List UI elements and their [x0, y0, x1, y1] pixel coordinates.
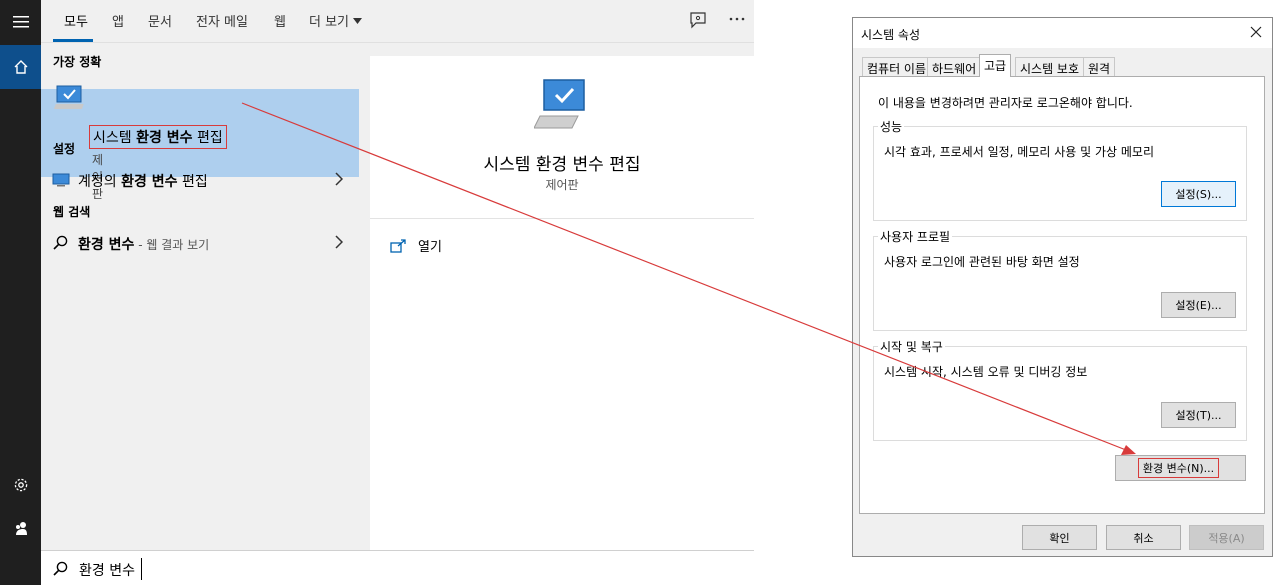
settings-result-bold: 환경 변수 — [121, 174, 178, 190]
best-match-heading: 가장 정확 — [53, 55, 102, 69]
settings-result-label: 계정의 환경 변수 편집 — [78, 171, 208, 191]
results-list: 가장 정확 시스템 환경 변수 편집 제어판 설정 계정의 환경 변수 편집 웹… — [41, 44, 359, 550]
web-result-muted: - 웹 결과 보기 — [134, 238, 210, 252]
tab-all[interactable]: 모두 — [64, 11, 88, 30]
apply-button[interactable]: 적용(A) — [1189, 525, 1264, 550]
settings-result-prefix: 계정의 — [78, 174, 122, 190]
web-search-heading: 웹 검색 — [53, 205, 91, 219]
best-match-title-tail: 편집 — [192, 130, 223, 146]
tab-system-protection[interactable]: 시스템 보호 — [1015, 57, 1085, 77]
tab-documents[interactable]: 문서 — [148, 11, 172, 30]
search-query: 환경 변수 — [79, 563, 135, 579]
web-result-item[interactable]: 환경 변수 - 웹 결과 보기 — [41, 227, 359, 259]
menu-button[interactable] — [0, 0, 41, 44]
user-profile-settings-button[interactable]: 설정(E)... — [1161, 292, 1236, 318]
search-box[interactable]: 환경 변수 — [41, 550, 754, 585]
close-icon[interactable] — [1248, 24, 1264, 40]
tab-advanced[interactable]: 고급 — [979, 54, 1012, 77]
tab-email[interactable]: 전자 메일 — [196, 11, 248, 30]
preview-subtitle: 제어판 — [545, 178, 579, 192]
start-rail — [0, 0, 41, 585]
tab-more[interactable]: 더 보기 — [309, 11, 363, 30]
caret-down-icon — [353, 17, 363, 24]
settings-result-suffix: 편집 — [177, 174, 208, 190]
ok-button[interactable]: 확인 — [1022, 525, 1097, 550]
performance-settings-button[interactable]: 설정(S)... — [1161, 181, 1236, 207]
chevron-right-icon — [335, 235, 343, 249]
search-tabs: 모두 앱 문서 전자 메일 웹 더 보기 — [41, 0, 754, 43]
advanced-panel: 이 내용을 변경하려면 관리자로 로그온해야 합니다. 성능 시각 효과, 프로… — [859, 76, 1265, 514]
search-panel: 모두 앱 문서 전자 메일 웹 더 보기 가장 정확 시스템 환경 변수 편집 — [41, 0, 754, 585]
startup-recovery-group: 시작 및 복구 시스템 시작, 시스템 오류 및 디버깅 정보 설정(T)... — [873, 338, 1247, 441]
web-result-bold: 환경 변수 — [78, 237, 135, 253]
best-match-title-plain: 시스템 — [93, 130, 137, 146]
tab-web[interactable]: 웹 — [274, 11, 286, 30]
user-profile-label: 사용자 프로필 — [878, 228, 953, 245]
more-options-icon[interactable] — [729, 17, 745, 21]
startup-recovery-label: 시작 및 복구 — [878, 338, 945, 355]
performance-group: 성능 시각 효과, 프로세서 일정, 메모리 사용 및 가상 메모리 설정(S)… — [873, 118, 1247, 221]
web-result-label: 환경 변수 - 웹 결과 보기 — [78, 234, 209, 254]
monitor-icon — [54, 85, 84, 109]
user-profile-group: 사용자 프로필 사용자 로그인에 관련된 바탕 화면 설정 설정(E)... — [873, 228, 1247, 331]
user-profile-desc: 사용자 로그인에 관련된 바탕 화면 설정 — [884, 255, 1080, 269]
open-action[interactable]: 열기 — [390, 236, 442, 255]
open-icon — [390, 238, 406, 253]
startup-recovery-settings-button[interactable]: 설정(T)... — [1161, 402, 1236, 428]
open-label: 열기 — [418, 240, 442, 255]
user-button[interactable] — [0, 506, 41, 550]
user-icon — [15, 522, 27, 535]
environment-variables-label: 환경 변수(N)... — [1138, 458, 1219, 478]
tab-apps[interactable]: 앱 — [112, 11, 124, 30]
settings-result-item[interactable]: 계정의 환경 변수 편집 — [41, 164, 359, 196]
hamburger-icon — [12, 16, 29, 28]
tab-more-label: 더 보기 — [309, 15, 350, 30]
feedback-icon[interactable] — [689, 11, 707, 29]
preview-divider — [370, 218, 754, 219]
tab-computer-name[interactable]: 컴퓨터 이름 — [862, 57, 932, 77]
tab-hardware[interactable]: 하드웨어 — [927, 57, 982, 77]
best-match-title-bold: 환경 변수 — [136, 130, 193, 146]
active-tab-indicator — [53, 39, 93, 42]
settings-button[interactable] — [0, 463, 41, 507]
performance-label: 성능 — [878, 118, 905, 135]
tab-remote[interactable]: 원격 — [1083, 57, 1116, 77]
home-icon — [14, 60, 27, 74]
text-caret — [141, 558, 142, 580]
gear-icon — [14, 478, 27, 492]
large-monitor-icon — [534, 79, 585, 129]
home-button[interactable] — [0, 45, 41, 89]
settings-heading: 설정 — [53, 142, 76, 156]
screenshot-stage: 모두 앱 문서 전자 메일 웹 더 보기 가장 정확 시스템 환경 변수 편집 — [0, 0, 1280, 585]
cancel-button[interactable]: 취소 — [1106, 525, 1181, 550]
best-match-title: 시스템 환경 변수 편집 — [89, 125, 227, 149]
environment-variables-button[interactable]: 환경 변수(N)... — [1115, 455, 1246, 481]
chevron-right-icon — [335, 172, 343, 186]
dialog-titlebar: 시스템 속성 — [853, 18, 1272, 48]
search-icon — [53, 561, 68, 576]
admin-notice: 이 내용을 변경하려면 관리자로 로그온해야 합니다. — [878, 96, 1133, 110]
dialog-title: 시스템 속성 — [861, 28, 921, 42]
small-monitor-icon — [52, 173, 70, 187]
preview-title: 시스템 환경 변수 편집 — [483, 155, 641, 175]
system-properties-dialog: 시스템 속성 컴퓨터 이름 하드웨어 고급 시스템 보호 원격 이 내용을 변경… — [852, 17, 1273, 557]
preview-pane: 시스템 환경 변수 편집 제어판 열기 — [370, 56, 754, 550]
performance-desc: 시각 효과, 프로세서 일정, 메모리 사용 및 가상 메모리 — [884, 145, 1154, 159]
search-icon — [53, 235, 68, 250]
startup-recovery-desc: 시스템 시작, 시스템 오류 및 디버깅 정보 — [884, 365, 1088, 379]
